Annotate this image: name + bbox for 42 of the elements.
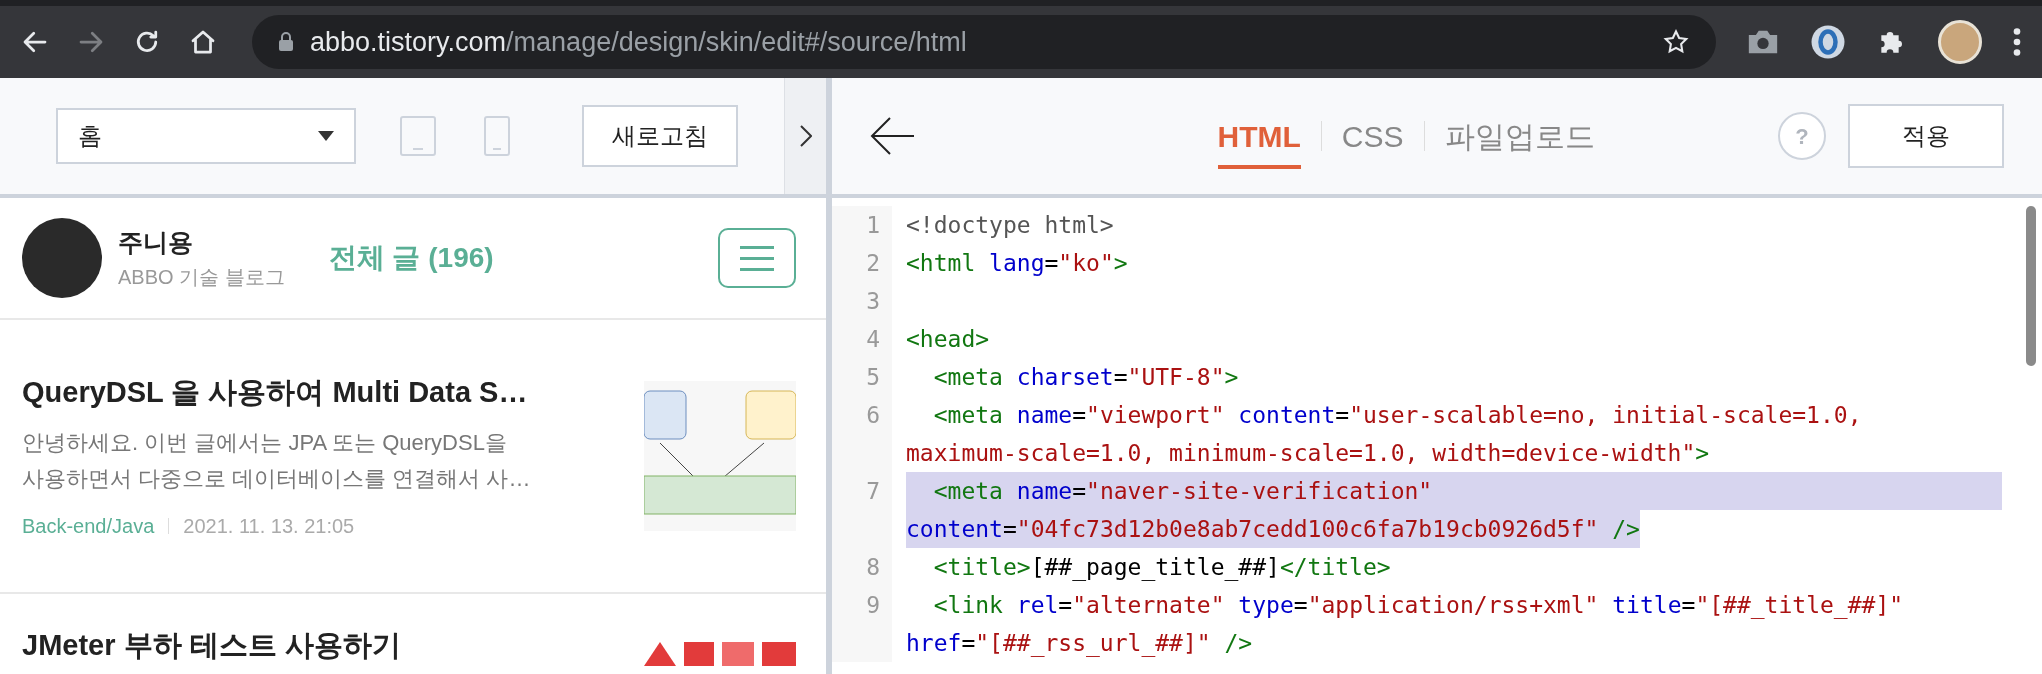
- hamburger-icon: [740, 245, 774, 271]
- address-bar[interactable]: abbo.tistory.com/manage/design/skin/edit#/source/html: [252, 15, 1716, 69]
- code-line: href="[##_rss_url_##]" />: [906, 629, 1253, 659]
- line-number: 9: [832, 586, 892, 662]
- star-icon[interactable]: [1662, 28, 1690, 56]
- post-title[interactable]: JMeter 부하 테스트 사용하기: [22, 624, 602, 668]
- line-number: 8: [832, 548, 892, 586]
- post-excerpt-line: 안녕하세요. 이번 글에서는 JPA 또는 QueryDSL을: [22, 428, 508, 457]
- menu-icon[interactable]: [2012, 27, 2022, 57]
- line-number: 5: [832, 358, 892, 396]
- line-number: 6: [832, 396, 892, 472]
- code-line: <link rel="alternate" type="application/rss+xml" title="[##_title_##]": [932, 591, 1904, 621]
- chevron-right-icon: [799, 125, 812, 147]
- post-date: 2021. 11. 13. 21:05: [183, 513, 355, 539]
- profile-avatar[interactable]: [1938, 20, 1982, 64]
- code-line: maximum-scale=1.0, minimum-scale=1.0, width=device-width">: [906, 439, 1710, 468]
- line-number: 4: [832, 320, 892, 358]
- code-line: <!doctype html>: [906, 211, 1114, 240]
- line-number: 2: [832, 244, 892, 282]
- code-line: <html lang="ko">: [906, 249, 1128, 278]
- blog-subtitle: ABBO 기술 블로그: [118, 264, 285, 290]
- scrollbar-thumb[interactable]: [2026, 206, 2036, 366]
- line-number: 1: [832, 206, 892, 244]
- page-select[interactable]: 홈: [56, 108, 356, 164]
- post-excerpt-line: 사용하면서 다중으로 데이터베이스를 연결해서 사…: [22, 464, 532, 493]
- url-text: abbo.tistory.com/manage/design/skin/edit#/source/html: [310, 25, 968, 59]
- code-line: <title>[##_page_title_##]</title>: [932, 553, 1391, 583]
- collapse-handle[interactable]: [784, 78, 826, 194]
- code-line: <meta charset="UTF-8">: [932, 363, 1239, 392]
- back-arrow-icon[interactable]: [870, 116, 914, 156]
- lock-icon: [278, 32, 294, 52]
- line-number: 7: [832, 472, 892, 548]
- post-title[interactable]: QueryDSL 을 사용하여 Multi Data S…: [22, 371, 602, 415]
- code-line: <meta name="viewport" content="user-scalable=no, initial-scale=1.0,: [932, 401, 1862, 430]
- caret-icon: [318, 131, 334, 141]
- refresh-button[interactable]: 새로고침: [582, 105, 738, 167]
- menu-button[interactable]: [718, 228, 796, 288]
- line-number: 3: [832, 282, 892, 320]
- code-line: <head>: [906, 325, 990, 354]
- ring-icon[interactable]: [1810, 24, 1846, 60]
- blog-name: 주니용: [118, 227, 194, 259]
- apply-button[interactable]: 적용: [1848, 104, 2004, 168]
